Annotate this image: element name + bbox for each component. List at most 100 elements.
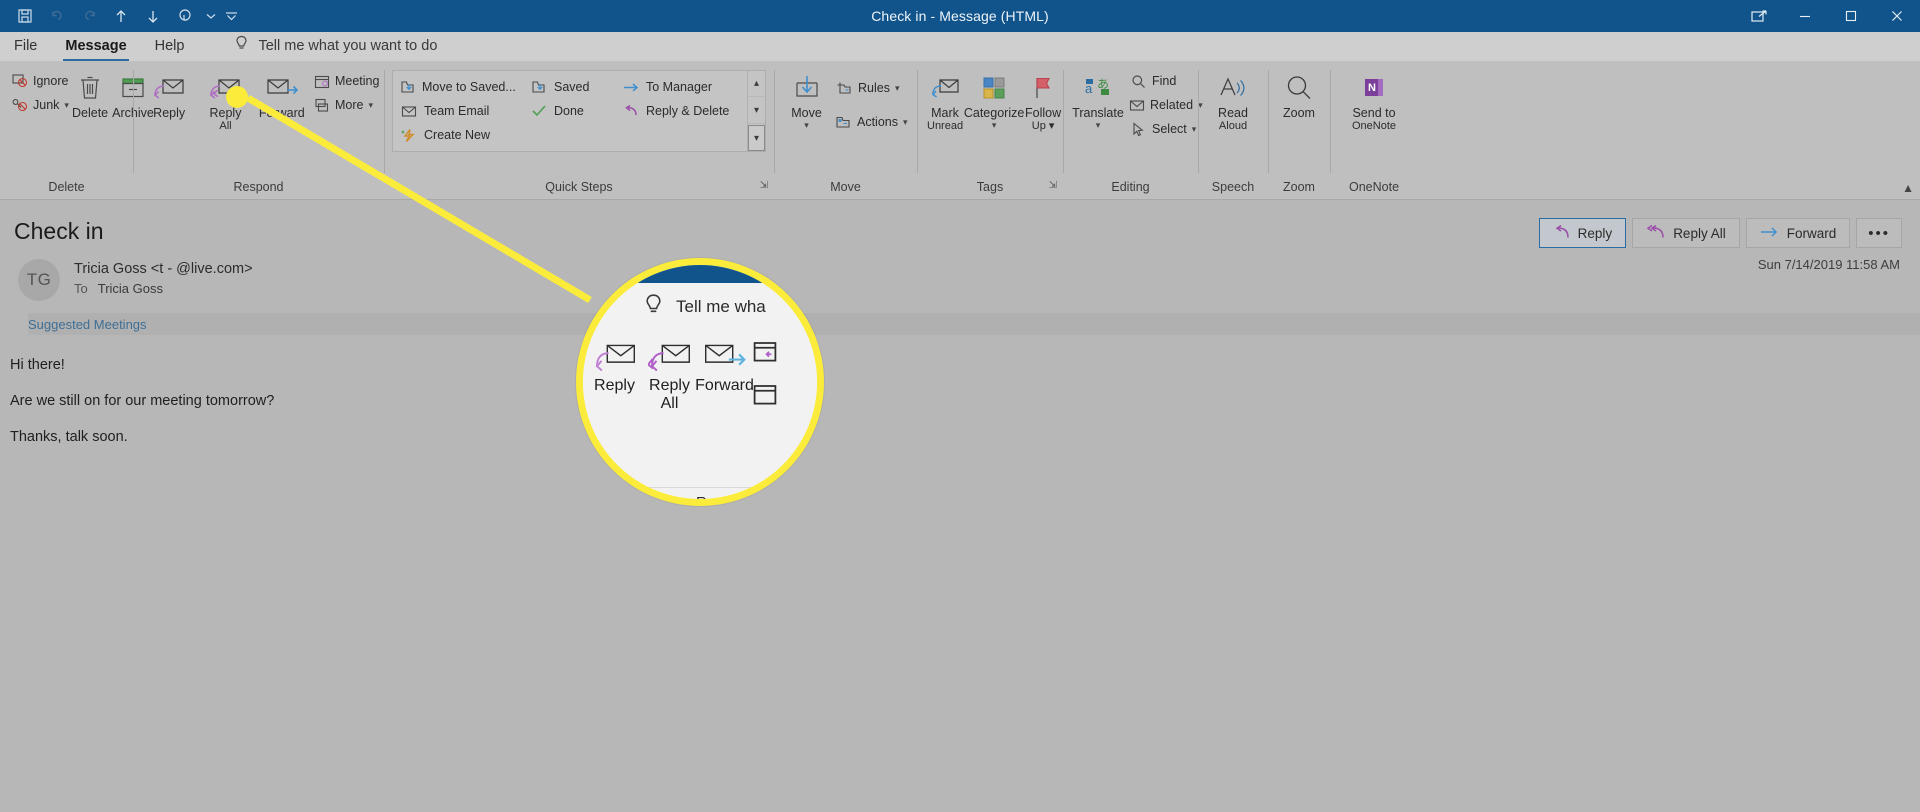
previous-item-icon[interactable] [106, 3, 136, 29]
quick-steps-scrollbar[interactable]: ▴ ▾ ▾ [747, 71, 765, 151]
ignore-button[interactable]: Ignore [8, 70, 70, 92]
close-button[interactable] [1874, 0, 1920, 32]
more-actions-button[interactable]: ••• [1856, 218, 1902, 248]
reply-icon [1553, 224, 1570, 242]
quick-step-done[interactable]: Done [525, 99, 613, 123]
avatar: TG [18, 259, 60, 301]
tell-me-search[interactable]: Tell me what you want to do [234, 35, 437, 61]
tab-help[interactable]: Help [141, 33, 199, 61]
reply-button[interactable]: Reply [1538, 218, 1627, 248]
outlook-message-window: Check in - Message (HTML) File Message H… [0, 0, 1920, 812]
move-icon [792, 71, 822, 105]
select-button[interactable]: Select ▾ [1125, 118, 1203, 140]
undo-icon[interactable] [42, 3, 72, 29]
group-label-move: Move [830, 180, 861, 194]
group-label-editing: Editing [1111, 180, 1150, 194]
delete-button[interactable]: Delete [70, 67, 110, 120]
to-value[interactable]: Tricia Goss [98, 281, 163, 296]
magnified-reply-button[interactable]: Reply [587, 331, 642, 481]
reply-all-icon [647, 337, 692, 377]
qat-dropdown-icon[interactable] [202, 3, 220, 29]
quick-steps-dialog-launcher-icon[interactable]: ⇲ [760, 176, 768, 196]
body-paragraph: Hi there! [10, 357, 65, 373]
mark-unread-button[interactable]: Mark Unread [925, 67, 965, 132]
junk-button[interactable]: Junk ▾ [8, 94, 70, 116]
quick-steps-gallery[interactable]: Move to Saved... Team Email Create New S… [392, 70, 766, 152]
follow-up-button[interactable]: Follow Up ▾ [1023, 67, 1063, 132]
suggested-meetings-bar[interactable]: Suggested Meetings [28, 313, 1920, 335]
forward-ribbon-button[interactable]: Forward [254, 67, 310, 120]
tab-message[interactable]: Message [51, 33, 140, 61]
quick-step-create-new[interactable]: Create New [395, 123, 521, 147]
translate-button[interactable]: a あ Translate ▾ [1071, 67, 1125, 130]
select-cursor-icon [1129, 120, 1147, 138]
reply-all-button[interactable]: Reply All [1632, 218, 1740, 248]
message-body: Hi there! Are we still on for our meetin… [0, 335, 1920, 445]
redo-icon[interactable] [74, 3, 104, 29]
magnified-reply-all-button[interactable]: Reply All [642, 331, 697, 481]
meeting-label: Meeting [334, 74, 380, 88]
ignore-icon [12, 72, 28, 90]
quick-steps-more-icon[interactable]: ▾ [748, 125, 765, 151]
actions-button[interactable]: Actions ▾ [831, 111, 909, 133]
body-paragraph: Are we still on for our meeting tomorrow… [10, 393, 275, 409]
share-icon[interactable] [1736, 0, 1782, 32]
meeting-button[interactable]: Meeting [310, 70, 380, 92]
move-button[interactable]: Move ▾ [782, 67, 831, 130]
follow-sublabel: Up ▾ [1032, 120, 1055, 132]
magnified-forward-button[interactable]: Forward [695, 331, 754, 481]
zoom-button[interactable]: Zoom [1276, 67, 1322, 120]
more-actions-icon: ••• [1868, 224, 1890, 242]
search-icon [1129, 72, 1147, 90]
collapse-ribbon-icon[interactable]: ▲ [1902, 181, 1914, 195]
find-button[interactable]: Find [1125, 70, 1203, 92]
envelope-icon [400, 102, 418, 120]
more-respond-button[interactable]: More ▾ [310, 94, 376, 116]
onenote-icon: N [1361, 71, 1387, 105]
send-to-onenote-button[interactable]: N Send to OneNote [1338, 67, 1410, 132]
quick-step-team-email[interactable]: Team Email [395, 99, 521, 123]
magnifier-icon [1284, 71, 1314, 105]
scroll-down-icon[interactable]: ▾ [748, 98, 765, 124]
ribbon-display-options-icon[interactable] [222, 3, 240, 29]
reply-ribbon-button[interactable]: Reply [141, 67, 197, 120]
check-icon [530, 102, 548, 120]
quick-step-to-manager[interactable]: To Manager [617, 75, 745, 99]
scroll-up-icon[interactable]: ▴ [748, 71, 765, 97]
quick-step-label: Done [554, 104, 584, 118]
ribbon-group-tags: Mark Unread Categorize ▾ Follow Up ▾ Tag… [917, 62, 1063, 199]
categorize-button[interactable]: Categorize ▾ [963, 67, 1025, 130]
move-label: Move [791, 106, 822, 120]
read-aloud-button[interactable]: Read Aloud [1206, 67, 1260, 132]
tab-file[interactable]: File [0, 33, 51, 61]
quick-step-reply-delete[interactable]: Reply & Delete [617, 99, 745, 123]
magnified-reply-all-label: Reply [649, 377, 690, 394]
quick-step-saved[interactable]: Saved [525, 75, 613, 99]
quick-step-label: Saved [554, 80, 590, 94]
touch-mode-icon[interactable] [170, 3, 200, 29]
forward-icon [265, 71, 299, 105]
quick-step-move-to-saved[interactable]: Move to Saved... [395, 75, 521, 99]
next-item-icon[interactable] [138, 3, 168, 29]
sender-name[interactable]: Tricia Goss <t - @live.com> [74, 261, 253, 277]
related-button[interactable]: Related ▾ [1125, 94, 1203, 116]
maximize-restore-button[interactable] [1828, 0, 1874, 32]
save-icon[interactable] [10, 3, 40, 29]
read-label: Read [1218, 106, 1248, 120]
minimize-button[interactable] [1782, 0, 1828, 32]
forward-button[interactable]: Forward [1745, 218, 1851, 248]
rules-button[interactable]: Rules ▾ [831, 77, 909, 99]
svg-text:N: N [1368, 82, 1376, 94]
magnified-reply-all-sub: All [660, 395, 679, 412]
find-label: Find [1152, 74, 1177, 88]
categorize-icon [981, 71, 1007, 105]
magnifier-callout: Tell me wha Reply Reply All Forward Resp… [576, 258, 824, 506]
magnified-reply-label: Reply [594, 377, 635, 394]
tags-dialog-launcher-icon[interactable]: ⇲ [1049, 176, 1057, 196]
chevron-down-icon: ▾ [1095, 120, 1101, 130]
quick-step-label: Create New [424, 128, 490, 142]
lightbulb-icon [234, 35, 249, 57]
quick-step-label: Move to Saved... [422, 80, 516, 94]
categorize-label: Categorize [963, 106, 1025, 120]
forward-icon [1760, 225, 1779, 242]
